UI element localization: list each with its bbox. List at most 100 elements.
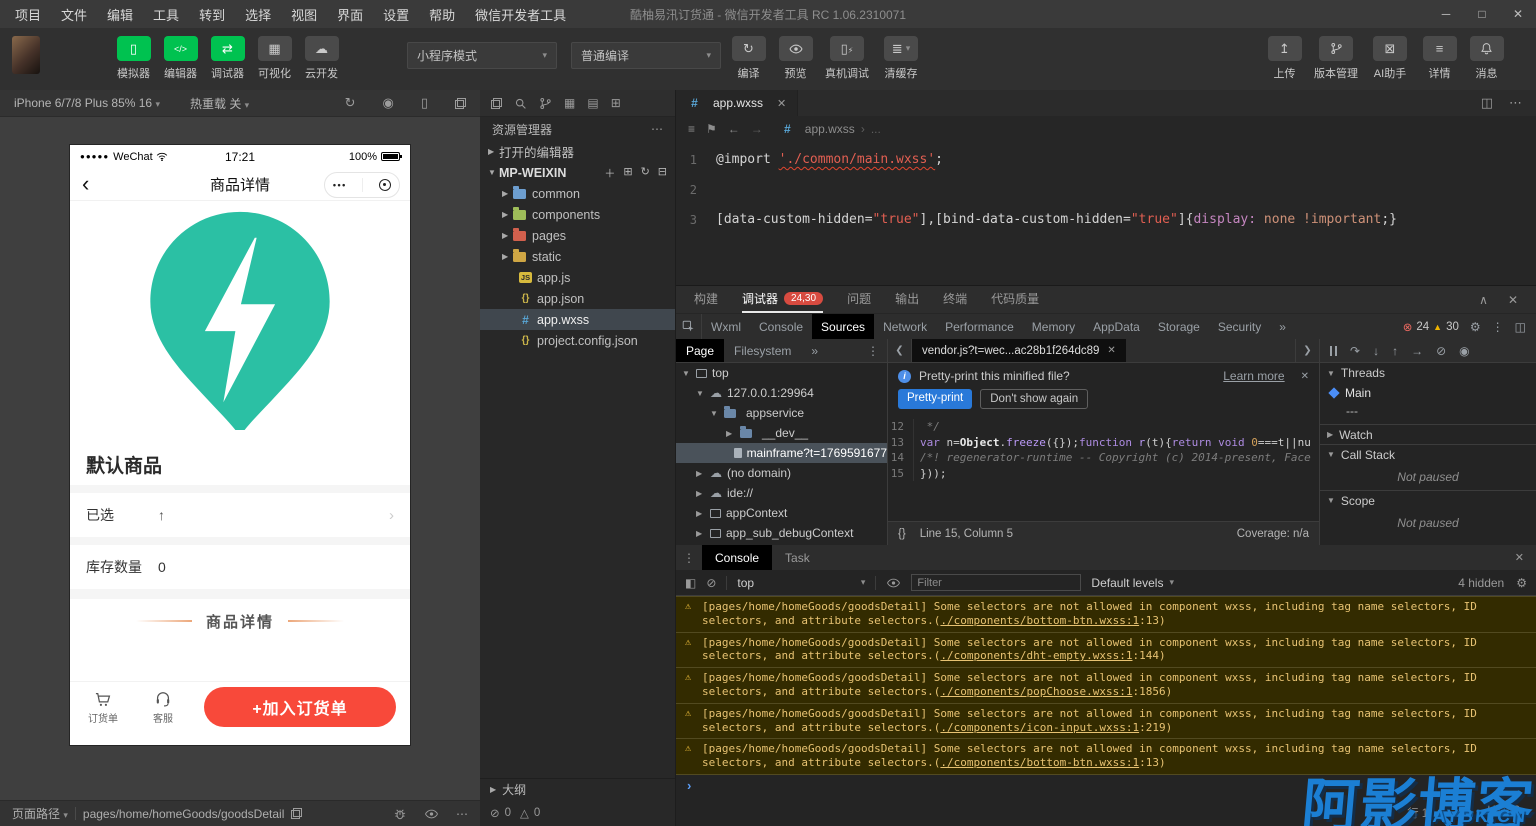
tab-build[interactable]: 构建 [694,286,718,313]
cloud-dev-button[interactable]: ☁ 云开发 [298,36,345,81]
step-icon[interactable]: → [1411,344,1423,358]
format-icon[interactable]: {} [898,528,906,540]
bookmark-icon[interactable]: ⚑ [706,122,717,136]
pages-icon[interactable] [491,98,502,109]
menu-view[interactable]: 视图 [291,5,317,24]
tab-appdata[interactable]: AppData [1084,314,1149,339]
clear-cache-button[interactable]: ≣▾ 清缓存 [875,36,927,81]
thread-main-row[interactable]: Main [1320,383,1536,402]
order-list-button[interactable]: 订货单 [76,689,130,725]
customer-service-button[interactable]: 客服 [136,689,190,725]
tab-page[interactable]: Page [676,339,724,362]
project-root[interactable]: ▼ MP-WEIXIN ＋ ⊞ ↻ ⊟ [480,162,675,183]
close-tab-icon[interactable]: ✕ [777,97,786,110]
capsule-menu[interactable]: ••• [324,172,400,198]
messages-button[interactable]: 消息 [1463,36,1510,81]
hidden-count[interactable]: 4 hidden [1458,576,1504,590]
menu-goto[interactable]: 转到 [199,5,225,24]
eye-icon[interactable] [424,807,439,821]
open-editors-section[interactable]: ▶ 打开的编辑器 [480,141,675,162]
console-filter-input[interactable] [911,574,1081,591]
minimize-button[interactable]: ─ [1428,7,1464,21]
tab-performance[interactable]: Performance [936,314,1023,339]
console-warning-row[interactable]: ⚠ [pages/home/homeGoods/goodsDetail] Som… [676,633,1536,669]
deactivate-breakpoints-icon[interactable]: ⊘ [1436,344,1446,358]
tab-vendor-js[interactable]: vendor.js?t=wec...ac28b1f264dc89✕ [912,339,1126,362]
tab-sources[interactable]: Sources [812,314,874,339]
wxss-source-link[interactable]: ./components/bottom-btn.wxss:1 [940,614,1139,627]
more-dots-icon[interactable]: ••• [333,180,347,190]
tab-output[interactable]: 输出 [895,286,919,313]
multi-window-icon[interactable] [455,98,466,109]
console-warning-row[interactable]: ⚠ [pages/home/homeGoods/goodsDetail] Som… [676,704,1536,740]
source-tree-appservice[interactable]: ▼appservice [676,403,887,423]
console-warning-row[interactable]: ⚠ [pages/home/homeGoods/goodsDetail] Som… [676,668,1536,704]
console-prompt[interactable]: › [676,775,1536,797]
close-tab-icon[interactable]: ✕ [1107,345,1115,356]
source-tree-mainframe[interactable]: mainframe?t=1769591677 [676,443,887,463]
user-avatar[interactable] [12,36,40,74]
menu-settings[interactable]: 设置 [383,5,409,24]
source-tree-appcontext[interactable]: ▶appContext [676,503,887,523]
mode-dropdown[interactable]: 小程序模式▾ [407,42,557,69]
context-selector[interactable]: top▾ [737,576,865,590]
callstack-section-header[interactable]: ▼Call Stack [1320,444,1536,464]
git-branch-icon[interactable] [539,97,552,110]
tab-storage[interactable]: Storage [1149,314,1209,339]
expand-right-icon[interactable]: ❯ [1295,339,1319,362]
record-icon[interactable]: ◉ [383,95,394,111]
tab-network[interactable]: Network [874,314,936,339]
tree-item-static[interactable]: ▶ static [480,246,675,267]
devtools-problem-counts[interactable]: ⊗24 ▲30 [1403,320,1459,334]
remote-debug-button[interactable]: ▯⚡ 真机调试 [819,36,875,81]
pretty-print-button[interactable]: Pretty-print [898,389,972,409]
details-button[interactable]: ≡ 详情 [1416,36,1463,81]
pause-icon[interactable] [1330,346,1337,356]
product-image[interactable] [70,201,410,439]
tab-overflow[interactable]: » [1270,314,1295,339]
step-into-icon[interactable]: ↓ [1373,344,1379,358]
menu-file[interactable]: 文件 [61,5,87,24]
hot-reload-toggle[interactable]: 热重载 关 ▾ [190,95,249,112]
tab-task[interactable]: Task [772,545,823,570]
collapse-all-icon[interactable]: ⊟ [658,165,667,181]
more-icon[interactable]: ⋯ [651,122,663,136]
back-icon[interactable]: ‹ [82,174,89,194]
pause-on-exceptions-icon[interactable]: ◉ [1459,344,1469,358]
wxss-source-link[interactable]: ./components/icon-input.wxss:1 [940,721,1139,734]
more-vertical-icon[interactable]: ⋮ [867,344,887,358]
eye-icon[interactable] [886,576,901,590]
collapse-panel-icon[interactable]: ∧ [1479,293,1488,307]
console-warning-row[interactable]: ⚠ [pages/home/homeGoods/goodsDetail] Som… [676,739,1536,775]
source-tree-ide[interactable]: ▶☁ide:// [676,483,887,503]
scope-section-header[interactable]: ▼Scope [1320,490,1536,510]
add-to-order-button[interactable]: +加入订货单 [204,687,396,727]
tab-console-drawer[interactable]: Console [702,545,772,570]
editor-toggle-button[interactable]: </> 编辑器 [157,36,204,81]
upload-button[interactable]: ↥ 上传 [1261,36,1308,81]
menu-wechat-devtools[interactable]: 微信开发者工具 [475,5,566,24]
dock-icon[interactable]: ◫ [1515,320,1526,334]
tree-item-app-js[interactable]: app.js [480,267,675,288]
menu-edit[interactable]: 编辑 [107,5,133,24]
problems-counter[interactable]: ⊘0 △0 [480,800,675,826]
tab-debugger[interactable]: 调试器 24,30 [742,286,823,313]
close-panel-icon[interactable]: ✕ [1508,293,1518,307]
more-vertical-icon[interactable]: ⋮ [676,551,702,565]
dismiss-banner-icon[interactable]: ✕ [1301,371,1309,382]
source-tree-dev[interactable]: ▶__dev__ [676,423,887,443]
copy-path-icon[interactable] [291,808,302,819]
tab-security[interactable]: Security [1209,314,1270,339]
menu-interface[interactable]: 界面 [337,5,363,24]
more-actions-icon[interactable]: ⋯ [1509,95,1522,111]
threads-section-header[interactable]: ▼Threads [1320,363,1536,383]
step-out-icon[interactable]: ↑ [1392,344,1398,358]
tree-item-pages[interactable]: ▶ pages [480,225,675,246]
close-drawer-icon[interactable]: ✕ [1515,551,1536,564]
menu-project[interactable]: 项目 [15,5,41,24]
tab-wxml[interactable]: Wxml [702,314,750,339]
step-over-icon[interactable]: ↷ [1350,344,1360,358]
visualization-button[interactable]: ▦ 可视化 [251,36,298,81]
console-warning-row[interactable]: ⚠ [pages/home/homeGoods/goodsDetail] Som… [676,596,1536,633]
tab-app-wxss[interactable]: app.wxss ✕ [676,90,798,116]
